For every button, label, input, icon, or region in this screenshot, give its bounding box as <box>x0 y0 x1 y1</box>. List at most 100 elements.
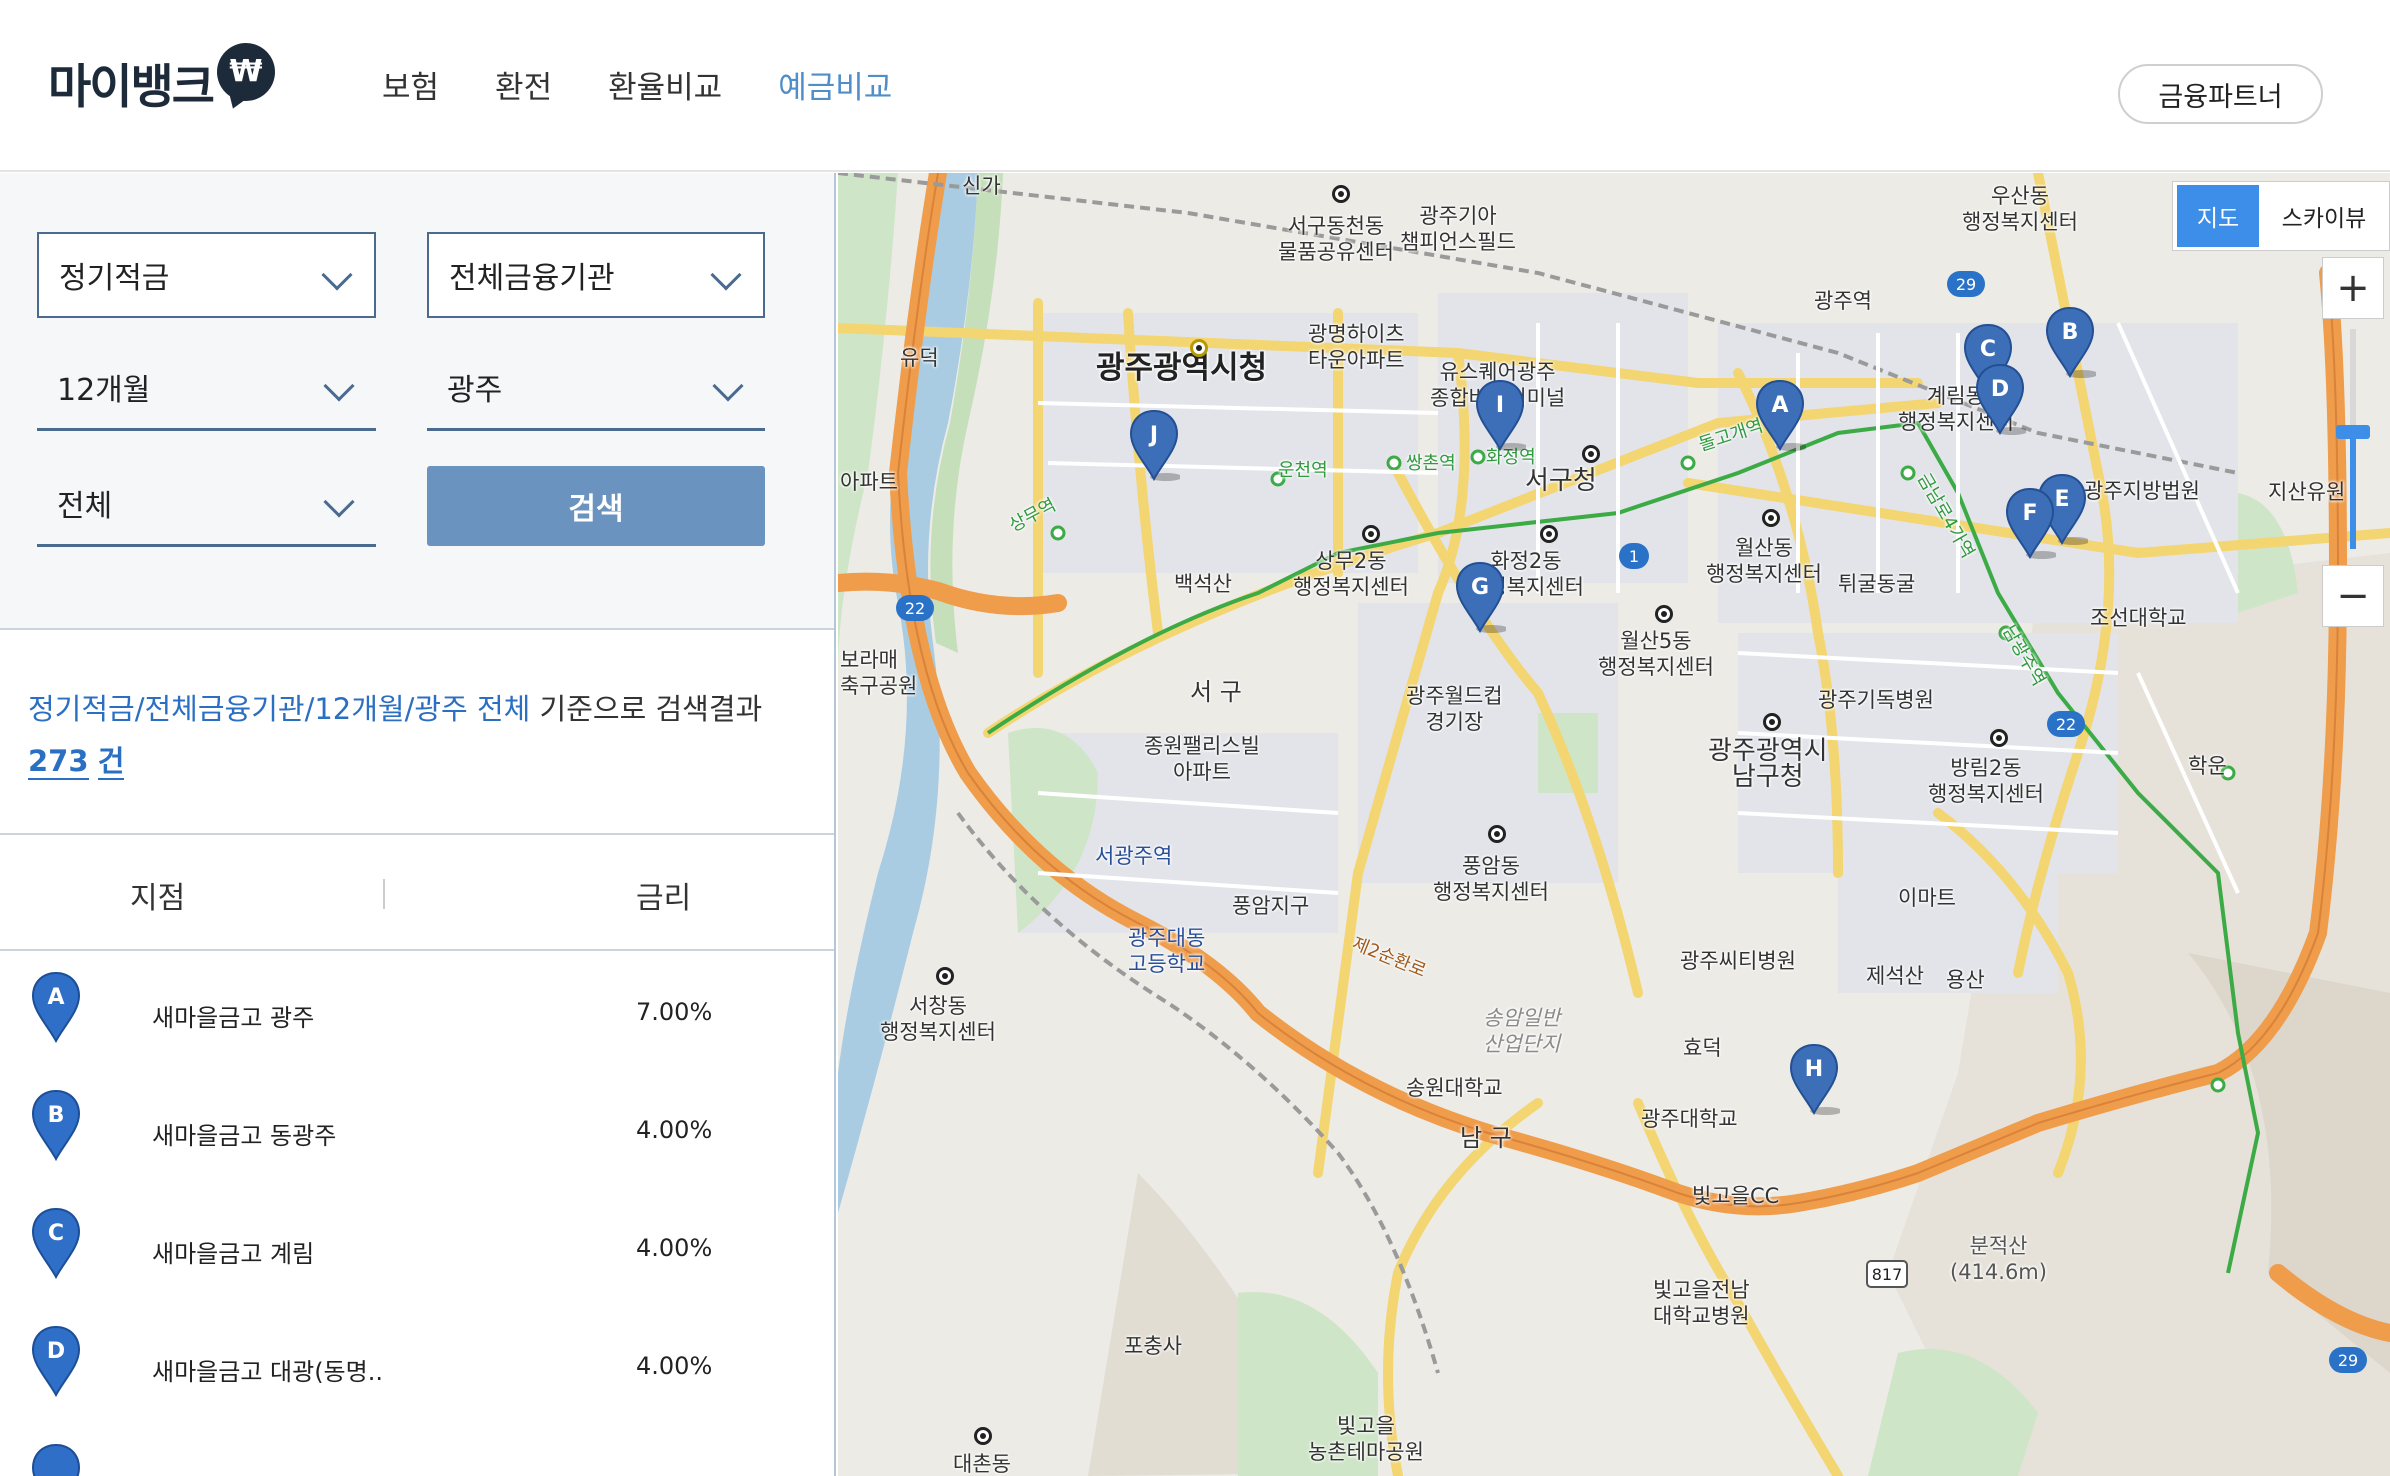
marker-d[interactable]: D <box>1974 363 2026 435</box>
label-christian-hospital: 광주기독병원 <box>1818 688 1934 712</box>
svg-text:22: 22 <box>905 599 925 618</box>
marker-a[interactable]: A <box>1754 379 1806 451</box>
branch-name: 새마을금고 대광(동명.. <box>152 1358 383 1386</box>
label-wolsan: 월산동 행정복지센터 <box>1706 536 1822 586</box>
map-view[interactable]: 22 22 29 29 1 817 광주광역시청 서구청 광주광역시 남구청 서… <box>838 173 2390 1476</box>
map-pin-a-icon: A <box>31 971 81 1043</box>
zoom-control: + − <box>2322 257 2384 627</box>
label-world-cup: 광주월드컵 경기장 <box>1406 684 1503 734</box>
interest-rate: 7.00% <box>636 998 713 1026</box>
search-summary: 정기적금/전체금융기관/12개월/광주 전체 기준으로 검색결과 273 건 <box>28 683 808 787</box>
interest-rate: 4.00% <box>636 1352 713 1380</box>
label-baekseoksan: 백석산 <box>1174 572 1232 596</box>
label-yongsan: 용산 <box>1946 968 1985 992</box>
label-jongwon: 종원팰리스빌 아파트 <box>1144 734 1260 784</box>
label-namgu-office: 광주광역시 남구청 <box>1708 736 1828 792</box>
region-select[interactable]: 광주 <box>427 345 765 431</box>
label-court: 광주지방법원 <box>2084 479 2200 503</box>
list-item[interactable]: C 새마을금고 계림 4.00% <box>0 1189 834 1307</box>
label-sangmu2: 상무2동 행정복지센터 <box>1293 549 1409 599</box>
won-badge-icon: ₩ <box>216 42 275 101</box>
svg-text:D: D <box>1991 377 2009 402</box>
label-seodong: 서구동천동 물품공유센터 <box>1278 214 1394 264</box>
result-unit: 건 <box>97 744 125 780</box>
poi-icon <box>1582 445 1600 463</box>
chevron-down-icon <box>323 486 355 518</box>
svg-text:29: 29 <box>1956 275 1976 294</box>
marker-f[interactable]: F <box>2004 487 2056 559</box>
label-yudeok: 유덕 <box>900 346 939 370</box>
nav-exchange[interactable]: 환전 <box>495 62 552 107</box>
svg-text:E: E <box>2054 487 2069 512</box>
poi-icon <box>936 967 954 985</box>
route-817-shield-icon: 817 <box>1866 1260 1908 1288</box>
financial-partner-button[interactable]: 금융파트너 <box>2118 64 2323 124</box>
map-type-map-button[interactable]: 지도 <box>2177 185 2259 247</box>
route-22-shield-icon: 22 <box>2047 711 2085 737</box>
label-wolsan5: 월산5동 행정복지센터 <box>1598 629 1714 679</box>
marker-b[interactable]: B <box>2044 306 2096 378</box>
result-count: 273 <box>28 744 89 780</box>
route-1-shield-icon: 1 <box>1619 543 1649 569</box>
summary-criteria: 정기적금/전체금융기관/12개월/광주 전체 <box>28 692 531 726</box>
label-singa: 신가 <box>962 174 1001 198</box>
label-bangrim2: 방림2동 행정복지센터 <box>1928 756 2044 806</box>
map-pin-c-icon: C <box>31 1207 81 1279</box>
logo[interactable]: 마이뱅크 ₩ <box>48 42 275 117</box>
poi-icon <box>1763 713 1781 731</box>
nav-deposit-compare[interactable]: 예금비교 <box>778 62 892 107</box>
marker-j[interactable]: J <box>1128 409 1180 481</box>
label-chosun-univ: 조선대학교 <box>2090 606 2187 630</box>
label-songam: 송암일반 산업단지 <box>1483 1006 1561 1056</box>
map-type-skyview-button[interactable]: 스카이뷰 <box>2259 199 2389 233</box>
label-pochungsa: 포충사 <box>1124 1334 1182 1358</box>
poi-icon <box>1362 525 1380 543</box>
zoom-out-button[interactable]: − <box>2322 565 2384 627</box>
top-header: 마이뱅크 ₩ 보험 환전 환율비교 예금비교 금융파트너 <box>0 0 2390 172</box>
label-emart: 이마트 <box>1898 886 1956 910</box>
zoom-handle[interactable] <box>2336 425 2370 439</box>
header-divider <box>383 879 385 909</box>
zoom-in-button[interactable]: + <box>2322 257 2384 319</box>
label-tigul: 튀굴동굴 <box>1838 572 1916 596</box>
svg-text:B: B <box>2062 320 2079 345</box>
interest-rate: 4.00% <box>636 1116 713 1144</box>
svg-text:22: 22 <box>2056 715 2076 734</box>
poi-icon <box>1540 525 1558 543</box>
branch-name: 새마을금고 동광주 <box>152 1122 337 1150</box>
route-29-shield-icon: 29 <box>1947 271 1985 297</box>
label-city-hall: 광주광역시청 <box>1096 350 1268 386</box>
search-button[interactable]: 검색 <box>427 466 765 546</box>
list-item[interactable]: D 새마을금고 대광(동명.. 4.00% <box>0 1307 834 1425</box>
list-item[interactable]: B 새마을금고 동광주 4.00% <box>0 1071 834 1189</box>
label-bunjeoksan: 분적산 (414.6m) <box>1950 1234 2047 1284</box>
institution-select[interactable]: 전체금융기관 <box>427 232 765 318</box>
label-pungam: 풍암동 행정복지센터 <box>1433 854 1549 904</box>
product-select-value: 정기적금 <box>59 261 170 296</box>
marker-h[interactable]: H <box>1788 1043 1840 1115</box>
marker-g[interactable]: G <box>1454 561 1506 633</box>
filter-panel: 정기적금 전체금융기관 12개월 광주 전체 검색 <box>0 173 834 630</box>
label-hakun: 학운 <box>2188 754 2227 778</box>
list-item[interactable] <box>0 1425 834 1476</box>
nav-rate-compare[interactable]: 환율비교 <box>608 62 722 107</box>
nav-insurance[interactable]: 보험 <box>382 62 439 107</box>
map-base-layer <box>838 173 2390 1476</box>
marker-i[interactable]: I <box>1474 379 1526 451</box>
route-29-shield-icon: 29 <box>2329 1347 2367 1373</box>
main-nav: 보험 환전 환율비교 예금비교 <box>382 62 948 107</box>
label-jeseoksan: 제석산 <box>1866 964 1924 988</box>
label-seogwangju-station: 서광주역 <box>1095 844 1173 868</box>
district-select[interactable]: 전체 <box>37 461 376 547</box>
svg-text:29: 29 <box>2338 1351 2358 1370</box>
logo-text: 마이뱅크 <box>48 60 215 115</box>
list-item[interactable]: A 새마을금고 광주 7.00% <box>0 953 834 1071</box>
svg-text:H: H <box>1805 1057 1823 1082</box>
poi-icon <box>1488 825 1506 843</box>
svg-text:F: F <box>2022 501 2037 526</box>
label-boramae: 보라매 축구공원 <box>840 648 918 698</box>
poi-icon <box>974 1427 992 1445</box>
svg-text:A: A <box>47 985 64 1010</box>
product-select[interactable]: 정기적금 <box>37 232 376 318</box>
period-select[interactable]: 12개월 <box>37 345 376 431</box>
